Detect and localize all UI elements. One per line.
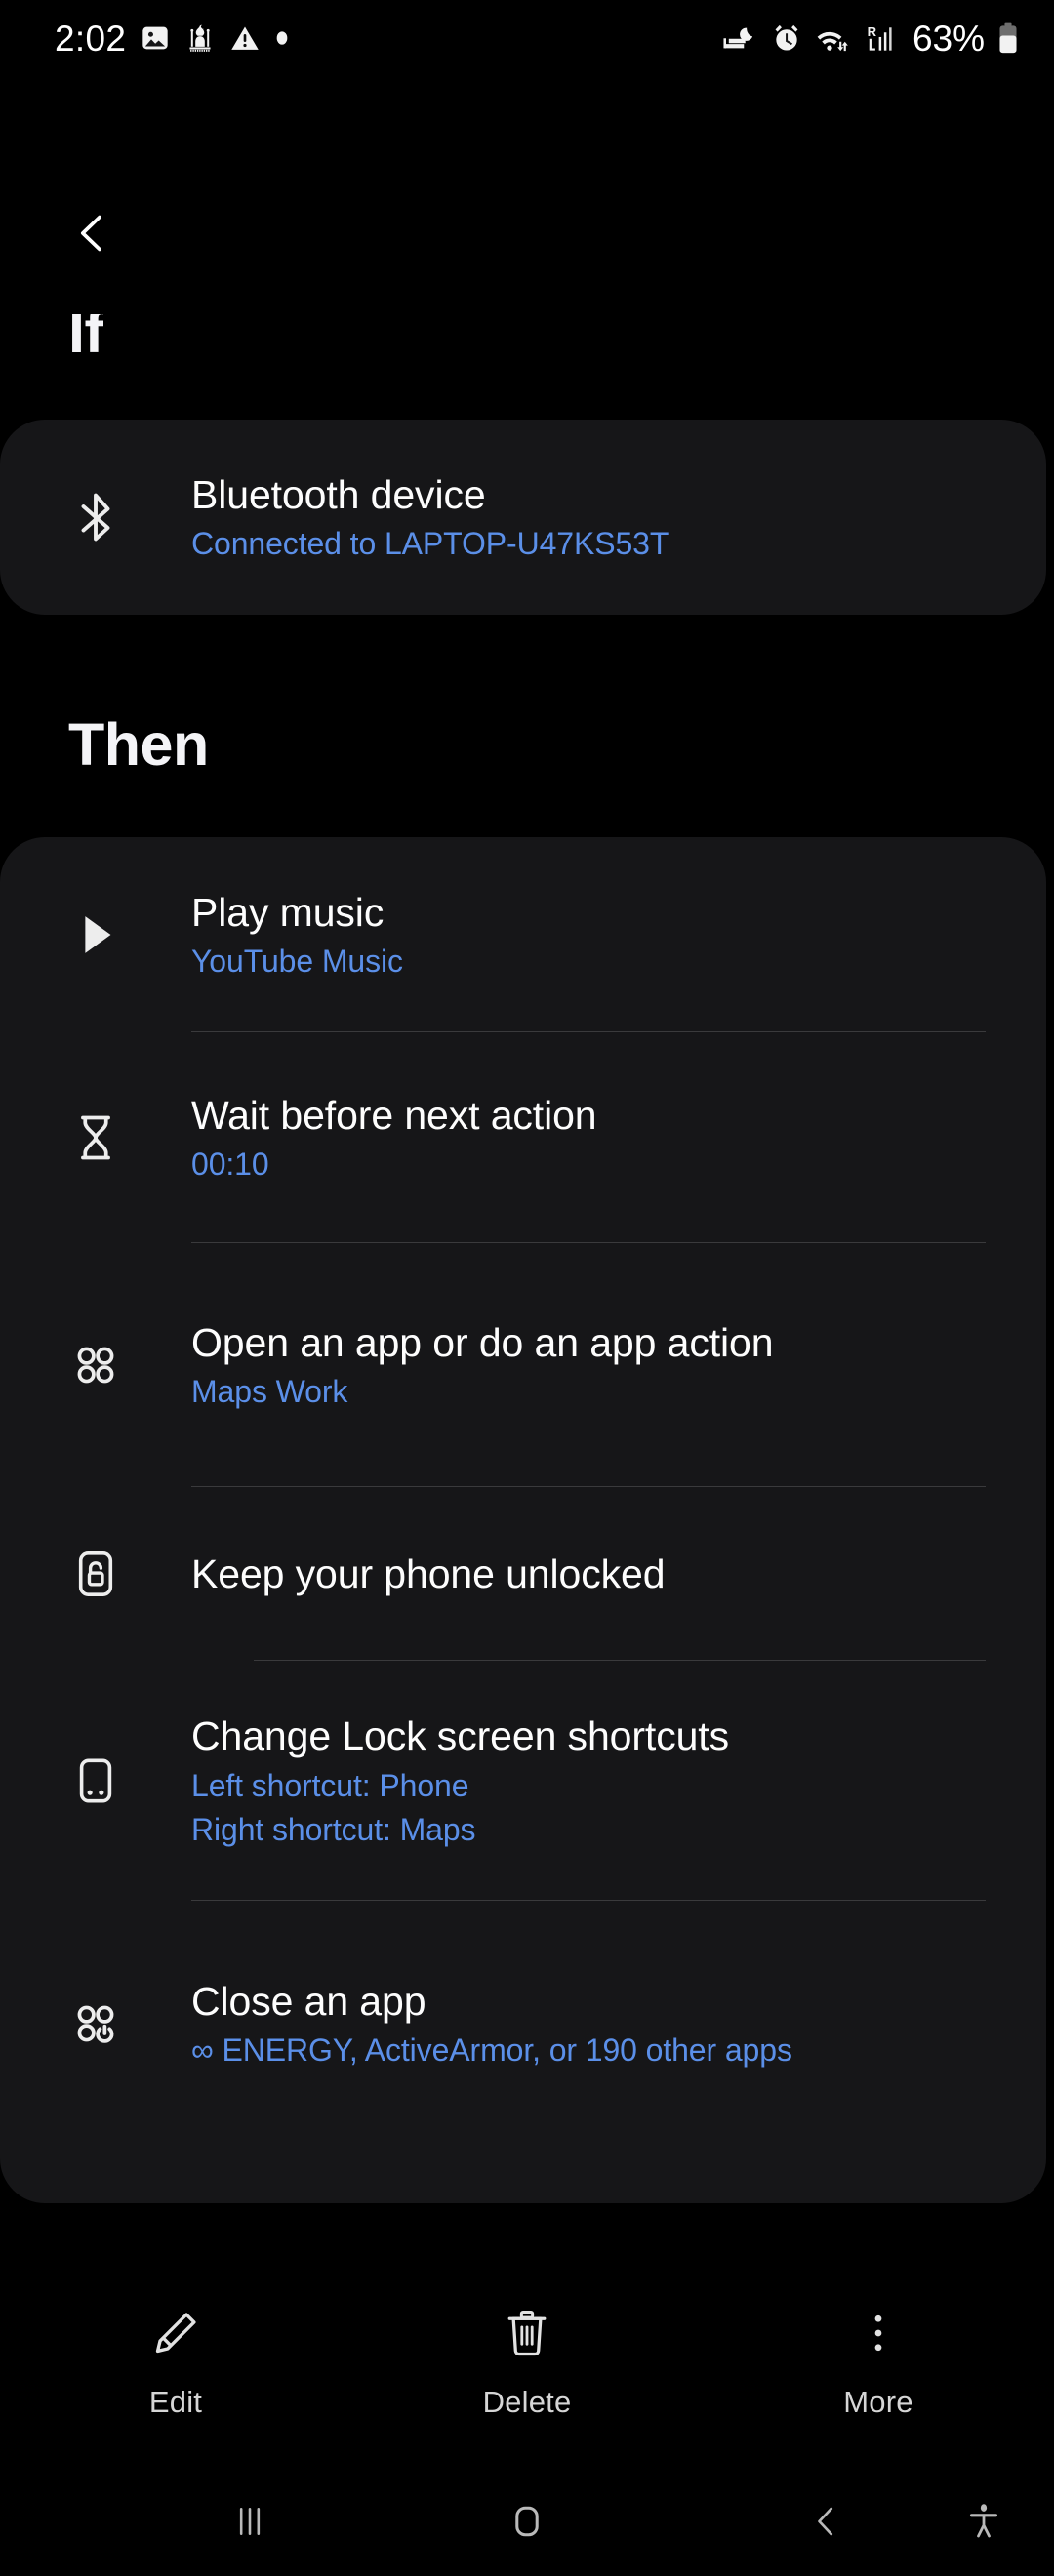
bottom-action-bar: Edit Delete More	[0, 2272, 1054, 2467]
row-subtitle: Connected to LAPTOP-U47KS53T	[191, 526, 669, 562]
status-bar-right: R 63%	[721, 20, 1019, 57]
row-title: Change Lock screen shortcuts	[191, 1713, 730, 1759]
more-vertical-icon	[874, 2314, 882, 2352]
row-icon-slot	[0, 837, 191, 1032]
row-text-slot: Keep your phone unlocked	[191, 1487, 1046, 1661]
row-subtitle: 00:10	[191, 1147, 269, 1183]
top-app-bar	[0, 191, 1054, 289]
row-icon-slot	[0, 420, 191, 615]
row-text-slot: Open an app or do an app action Maps Wor…	[191, 1243, 1046, 1487]
then-card: Play music YouTube Music Wait before nex…	[0, 837, 1046, 2203]
hourglass-icon	[81, 1115, 110, 1160]
close-app-icon	[77, 2005, 114, 2043]
battery-percent: 63%	[912, 18, 985, 59]
action-icon-slot	[149, 2295, 202, 2371]
status-time: 2:02	[55, 18, 127, 59]
battery-icon	[999, 22, 1017, 54]
system-navigation-bar	[0, 2467, 1054, 2576]
edit-label: Edit	[148, 2385, 203, 2419]
action-icon-slot	[502, 2295, 552, 2371]
row-text-slot: Change Lock screen shortcuts Left shortc…	[191, 1661, 1046, 1901]
row-title: Play music	[191, 889, 385, 935]
more-button[interactable]: More	[703, 2295, 1054, 2420]
row-text-slot: Play music YouTube Music	[191, 837, 1046, 1032]
action-row-lock-screen-shortcuts[interactable]: Change Lock screen shortcuts Left shortc…	[0, 1661, 1046, 1901]
app-grid-icon	[77, 1347, 114, 1384]
bedtime-icon	[723, 27, 753, 49]
row-icon-slot	[0, 1661, 191, 1901]
row-title: Close an app	[191, 1978, 426, 2024]
back-nav-button[interactable]	[767, 2467, 884, 2576]
row-subtitle-left: Left shortcut: Phone	[191, 1767, 469, 1803]
pencil-icon	[155, 2313, 196, 2354]
warning-icon	[231, 26, 259, 50]
row-text-slot: Wait before next action 00:10	[191, 1032, 1046, 1243]
row-text-slot: Close an app ∞ ENERGY, ActiveArmor, or 1…	[191, 1901, 1046, 2147]
edit-button[interactable]: Edit	[0, 2295, 351, 2420]
lock-screen-shortcuts-icon	[79, 1758, 112, 1803]
row-icon-slot	[0, 1901, 191, 2147]
row-title: Keep your phone unlocked	[191, 1550, 666, 1596]
row-icon-slot	[0, 1487, 191, 1661]
section-heading-then: Then	[68, 711, 209, 778]
dot-icon	[276, 31, 288, 45]
status-bar: 2:02 R 63%	[0, 0, 1054, 76]
action-row-keep-unlocked[interactable]: Keep your phone unlocked	[0, 1487, 1046, 1661]
action-row-close-app[interactable]: Close an app ∞ ENERGY, ActiveArmor, or 1…	[0, 1901, 1046, 2147]
row-text-slot: Bluetooth device Connected to LAPTOP-U47…	[191, 420, 1046, 615]
wifi-icon	[817, 31, 848, 52]
delete-label: Delete	[482, 2385, 572, 2419]
home-button[interactable]	[468, 2467, 586, 2576]
recents-button[interactable]	[191, 2467, 308, 2576]
row-subtitle: ∞ ENERGY, ActiveArmor, or 190 other apps	[191, 2033, 792, 2069]
action-row-open-app[interactable]: Open an app or do an app action Maps Wor…	[0, 1243, 1046, 1487]
action-icon-slot	[853, 2295, 904, 2371]
delete-button[interactable]: Delete	[351, 2295, 703, 2420]
row-icon-slot	[0, 1032, 191, 1243]
phone-screen: 2:02 R 63% If Bluetooth device Connected…	[0, 0, 1054, 2576]
alarm-icon	[775, 24, 798, 51]
accessibility-icon	[969, 2504, 998, 2538]
status-bar-left: 2:02	[55, 20, 290, 57]
if-card: Bluetooth device Connected to LAPTOP-U47…	[0, 420, 1046, 615]
row-title: Open an app or do an app action	[191, 1319, 774, 1365]
home-icon	[515, 2506, 539, 2537]
action-row-play-music[interactable]: Play music YouTube Music	[0, 837, 1046, 1032]
row-icon-slot	[0, 1243, 191, 1487]
row-subtitle-right: Right shortcut: Maps	[191, 1812, 476, 1848]
svg-text:R: R	[868, 24, 877, 39]
recents-icon	[239, 2508, 261, 2535]
trash-icon	[507, 2311, 547, 2356]
section-heading-if: If	[68, 314, 104, 357]
more-label: More	[843, 2385, 913, 2419]
row-title: Wait before next action	[191, 1092, 597, 1138]
condition-row-bluetooth[interactable]: Bluetooth device Connected to LAPTOP-U47…	[0, 420, 1046, 615]
row-title: Bluetooth device	[191, 471, 486, 517]
action-row-wait[interactable]: Wait before next action 00:10	[0, 1032, 1046, 1243]
phone-unlocked-icon	[78, 1551, 113, 1596]
image-icon	[142, 26, 168, 50]
back-icon	[818, 2507, 833, 2536]
roaming-signal-icon: R	[868, 24, 892, 51]
play-icon	[85, 916, 111, 953]
accessibility-button[interactable]	[929, 2467, 1038, 2576]
row-subtitle: Maps Work	[191, 1374, 348, 1410]
chevron-left-icon	[80, 215, 101, 252]
bluetooth-icon	[81, 493, 110, 542]
back-button[interactable]	[51, 191, 135, 275]
mosque-icon	[189, 24, 211, 52]
row-subtitle: YouTube Music	[191, 944, 403, 980]
